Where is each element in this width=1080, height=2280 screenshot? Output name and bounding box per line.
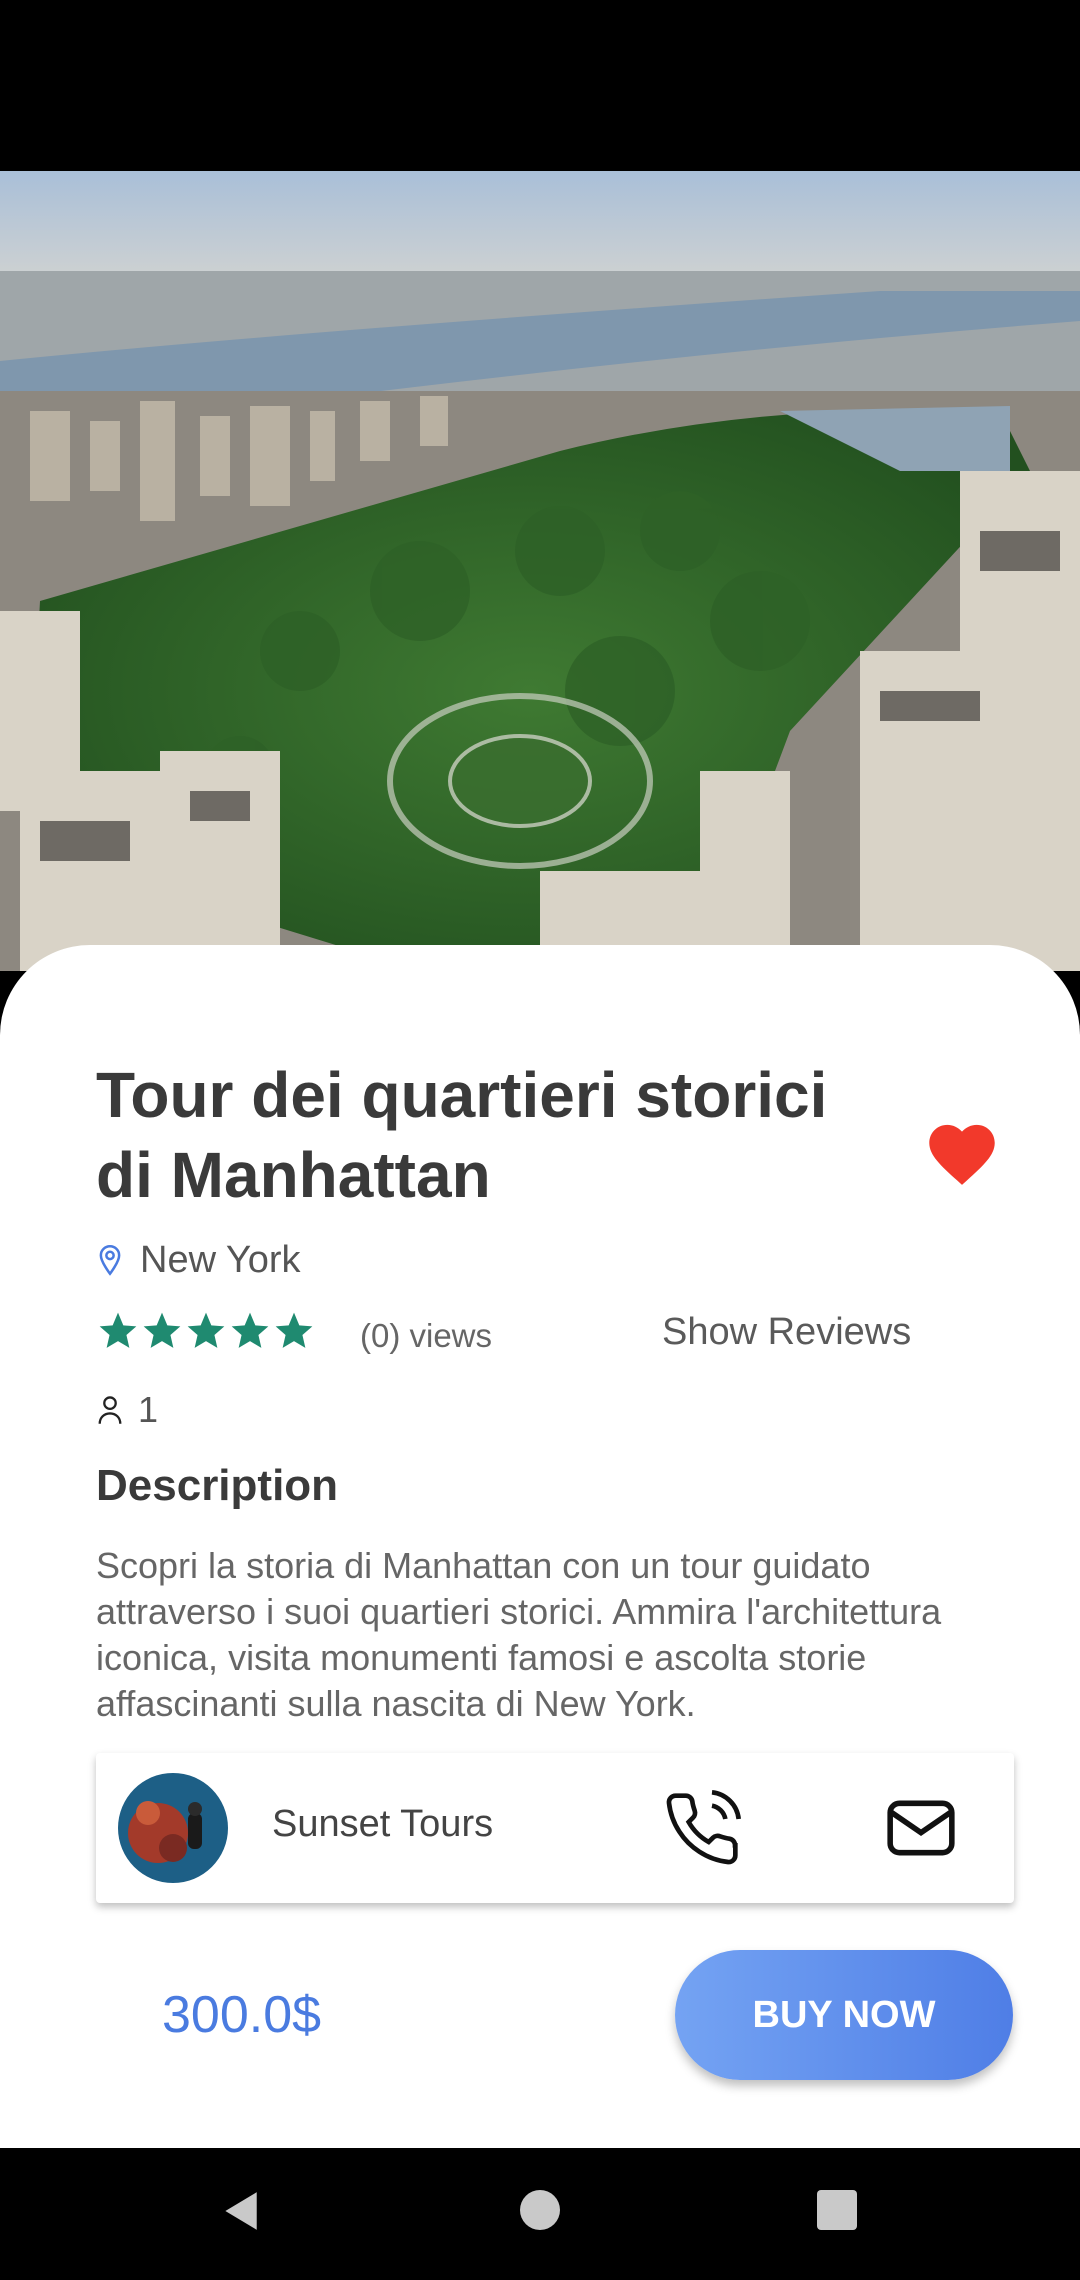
star-icon bbox=[187, 1312, 225, 1348]
email-button[interactable] bbox=[884, 1793, 958, 1863]
location-row: New York bbox=[96, 1235, 301, 1285]
description-text: Scopri la storia di Manhattan con un tou… bbox=[96, 1545, 942, 1724]
home-icon[interactable] bbox=[520, 2190, 560, 2230]
show-reviews-link[interactable]: Show Reviews bbox=[662, 1311, 911, 1354]
location-pin-icon bbox=[99, 1245, 121, 1276]
description-heading: Description bbox=[96, 1461, 339, 1510]
participants-count: 1 bbox=[138, 1389, 159, 1430]
participants-row: 1 bbox=[96, 1385, 158, 1435]
favorite-button[interactable] bbox=[922, 1115, 1002, 1187]
tour-title: Tour dei quartieri storici di Manhattan bbox=[96, 1059, 828, 1211]
operator-card: Sunset Tours bbox=[96, 1753, 1014, 1903]
recent-apps-icon[interactable] bbox=[817, 2190, 857, 2230]
heart-icon bbox=[929, 1124, 995, 1185]
star-icon bbox=[231, 1312, 269, 1348]
buy-now-button[interactable]: BUY NOW bbox=[675, 1950, 1013, 2080]
call-button[interactable] bbox=[662, 1789, 742, 1869]
star-rating bbox=[96, 1309, 316, 1353]
operator-avatar bbox=[118, 1773, 228, 1883]
back-icon[interactable] bbox=[218, 2188, 262, 2234]
price-label: 300.0$ bbox=[162, 1986, 322, 2044]
hero-image bbox=[0, 171, 1080, 971]
star-icon bbox=[99, 1312, 137, 1348]
phone-icon bbox=[666, 1790, 741, 1865]
operator-name: Sunset Tours bbox=[272, 1803, 494, 1845]
status-bar bbox=[0, 0, 1080, 171]
person-icon bbox=[98, 1396, 122, 1424]
tour-details-sheet: Tour dei quartieri storici di Manhattan … bbox=[0, 945, 1080, 2148]
rating-row: (0) views Show Reviews bbox=[96, 1307, 976, 1363]
device-screen: Tour dei quartieri storici di Manhattan … bbox=[0, 0, 1080, 2280]
mail-icon bbox=[887, 1800, 955, 1856]
location-label: New York bbox=[140, 1238, 301, 1281]
star-icon bbox=[275, 1312, 313, 1348]
navigation-bar bbox=[0, 2148, 1080, 2280]
star-icon bbox=[143, 1312, 181, 1348]
views-count: (0) views bbox=[360, 1317, 493, 1354]
